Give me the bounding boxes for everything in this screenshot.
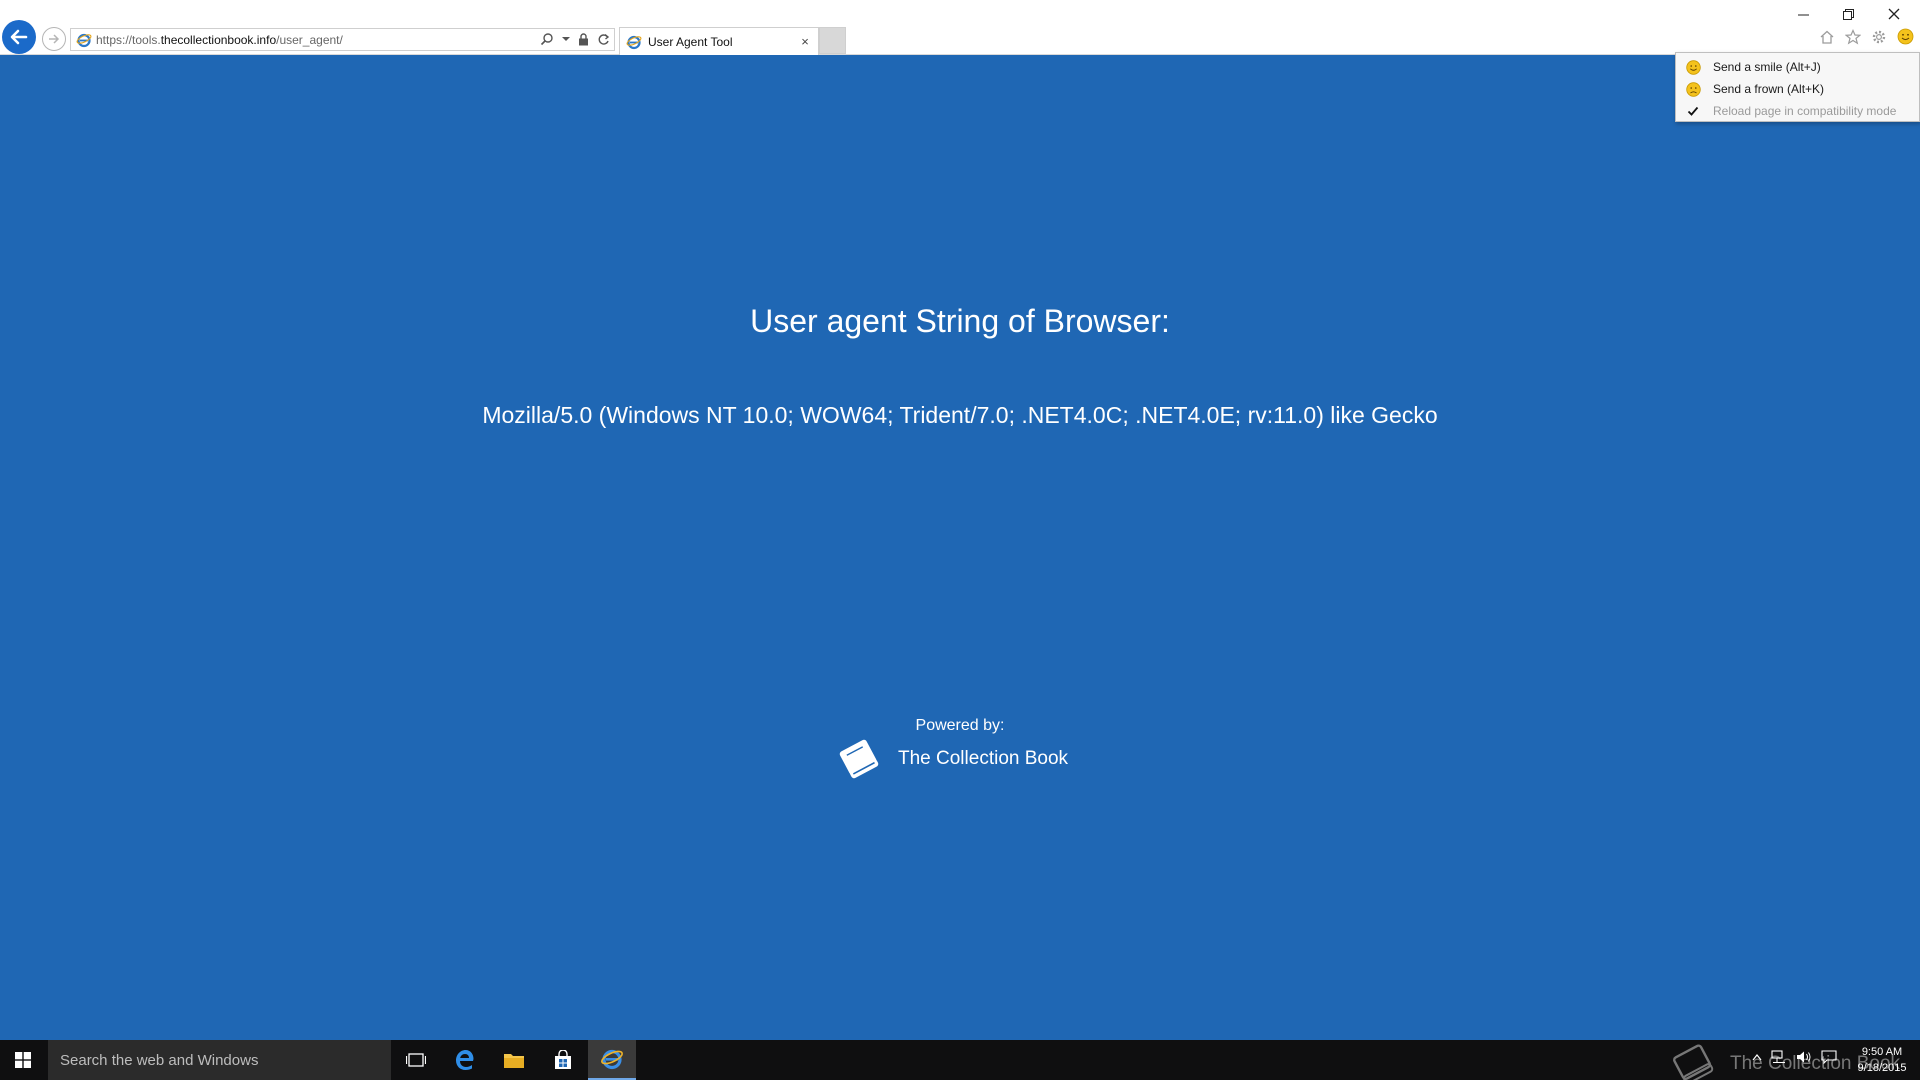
close-icon	[1888, 8, 1900, 20]
ie-tab-icon	[626, 35, 642, 49]
taskbar-clock[interactable]: 9:50 AM 9/18/2015	[1852, 1044, 1912, 1076]
page-title: User agent String of Browser:	[750, 303, 1170, 339]
feedback-smiley-icon[interactable]	[1897, 28, 1914, 45]
tab-user-agent-tool[interactable]: User Agent Tool ×	[619, 27, 819, 55]
toolbar-icons	[1819, 28, 1914, 45]
address-url: https://tools.thecollectionbook.info/use…	[96, 32, 343, 47]
brand-link[interactable]: The Collection Book	[834, 736, 1068, 782]
new-tab-button[interactable]	[819, 27, 846, 54]
watermark-book-icon	[1673, 1044, 1714, 1080]
tab-close-button[interactable]: ×	[796, 34, 814, 49]
back-button[interactable]	[2, 20, 36, 54]
taskbar: Search the web and Windows The Collectio…	[0, 1040, 1920, 1080]
edge-icon	[456, 1050, 474, 1070]
back-arrow-icon	[10, 29, 28, 45]
taskbar-internet-explorer-button[interactable]	[588, 1040, 636, 1080]
user-agent-string: Mozilla/5.0 (Windows NT 10.0; WOW64; Tri…	[482, 402, 1438, 428]
lock-icon[interactable]	[578, 32, 589, 46]
favorites-star-icon[interactable]	[1845, 28, 1861, 45]
forward-arrow-icon	[49, 34, 60, 44]
refresh-icon[interactable]	[597, 33, 610, 46]
task-view-button[interactable]	[392, 1040, 440, 1080]
taskbar-file-explorer-button[interactable]	[490, 1040, 538, 1080]
page-content: User agent String of Browser: Mozilla/5.…	[0, 56, 1920, 1040]
system-tray	[1752, 1050, 1837, 1064]
powered-by-label: Powered by:	[915, 717, 1005, 734]
volume-icon[interactable]	[1796, 1050, 1812, 1064]
internet-explorer-icon	[601, 1049, 623, 1070]
book-logo-icon	[839, 739, 879, 779]
minimize-button[interactable]	[1783, 4, 1823, 24]
close-window-button[interactable]	[1874, 4, 1914, 24]
restore-icon	[1842, 8, 1854, 20]
search-icon[interactable]	[540, 32, 554, 46]
tab-title: User Agent Tool	[648, 34, 733, 49]
restore-button[interactable]	[1828, 4, 1868, 24]
browser-chrome: https://tools.thecollectionbook.info/use…	[0, 0, 1920, 55]
taskbar-edge-button[interactable]	[441, 1040, 489, 1080]
taskbar-search-placeholder: Search the web and Windows	[60, 1051, 259, 1069]
start-button[interactable]	[0, 1040, 46, 1080]
chevron-up-icon[interactable]	[1752, 1053, 1762, 1061]
brand-name: The Collection Book	[898, 748, 1069, 769]
folder-icon	[504, 1054, 524, 1068]
store-bag-icon	[555, 1050, 571, 1069]
minimize-icon	[1797, 14, 1809, 15]
task-view-icon	[406, 1053, 426, 1067]
chevron-down-icon[interactable]	[562, 35, 570, 43]
clock-time: 9:50 AM	[1861, 1046, 1903, 1058]
forward-button[interactable]	[42, 27, 66, 51]
taskbar-store-button[interactable]	[539, 1040, 587, 1080]
taskbar-search-box[interactable]: Search the web and Windows	[48, 1040, 391, 1080]
home-icon[interactable]	[1819, 29, 1835, 45]
gear-icon[interactable]	[1871, 29, 1887, 45]
notifications-icon[interactable]	[1821, 1050, 1837, 1064]
ie-favicon-icon	[76, 33, 92, 47]
network-icon[interactable]	[1771, 1050, 1787, 1064]
windows-logo-icon	[15, 1052, 31, 1068]
address-bar[interactable]: https://tools.thecollectionbook.info/use…	[70, 28, 615, 51]
clock-date: 9/18/2015	[1857, 1062, 1907, 1074]
